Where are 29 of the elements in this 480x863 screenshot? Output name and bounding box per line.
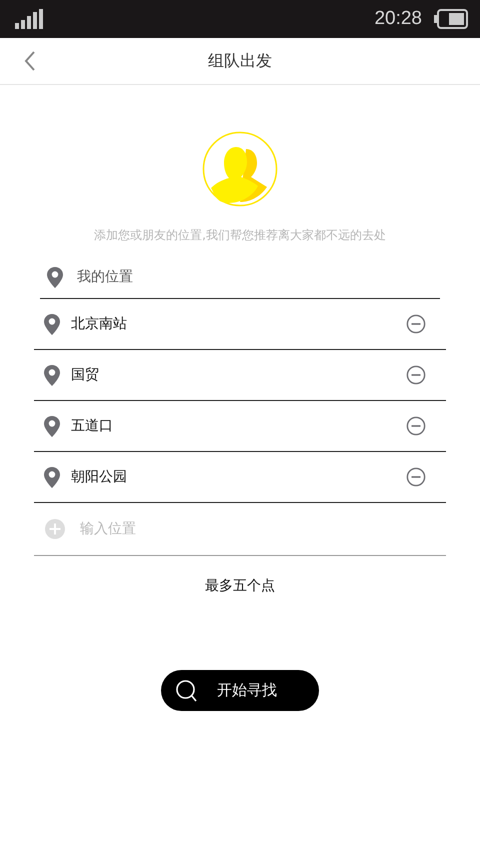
minus-circle-icon: [406, 365, 426, 385]
group-avatar-icon: [202, 131, 278, 207]
remove-button[interactable]: [406, 314, 426, 334]
location-label: 我的位置: [77, 268, 133, 286]
location-pin-icon: [43, 414, 61, 438]
location-name: 国贸: [71, 366, 100, 384]
hint-text: 添加您或朋友的位置,我们帮您推荐离大家都不远的去处: [93, 227, 387, 244]
search-icon: [175, 678, 199, 702]
minus-circle-icon: [406, 314, 426, 334]
location-name: 五道口: [71, 417, 114, 435]
page-title: 组队出发: [208, 50, 272, 72]
battery-icon: [434, 9, 468, 29]
location-pin-icon: [46, 266, 64, 288]
add-location-field[interactable]: 输入位置: [78, 520, 446, 538]
location-pin-icon: [43, 312, 61, 336]
start-search-button[interactable]: 开始寻找: [161, 670, 319, 711]
remove-button[interactable]: [406, 467, 426, 487]
minus-circle-icon: [406, 416, 426, 436]
signal-icon: [15, 9, 43, 29]
location-name: 北京南站: [71, 315, 128, 333]
remove-button[interactable]: [406, 365, 426, 385]
location-pin-icon: [43, 466, 61, 488]
minus-circle-icon: [406, 467, 426, 487]
location-name: 朝阳公园: [71, 468, 128, 486]
limit-note: 最多五个点: [204, 577, 276, 595]
remove-button[interactable]: [406, 416, 426, 436]
location-pin-icon: [43, 364, 61, 386]
plus-circle-icon: [45, 519, 65, 539]
status-time: 20:28: [374, 8, 422, 30]
